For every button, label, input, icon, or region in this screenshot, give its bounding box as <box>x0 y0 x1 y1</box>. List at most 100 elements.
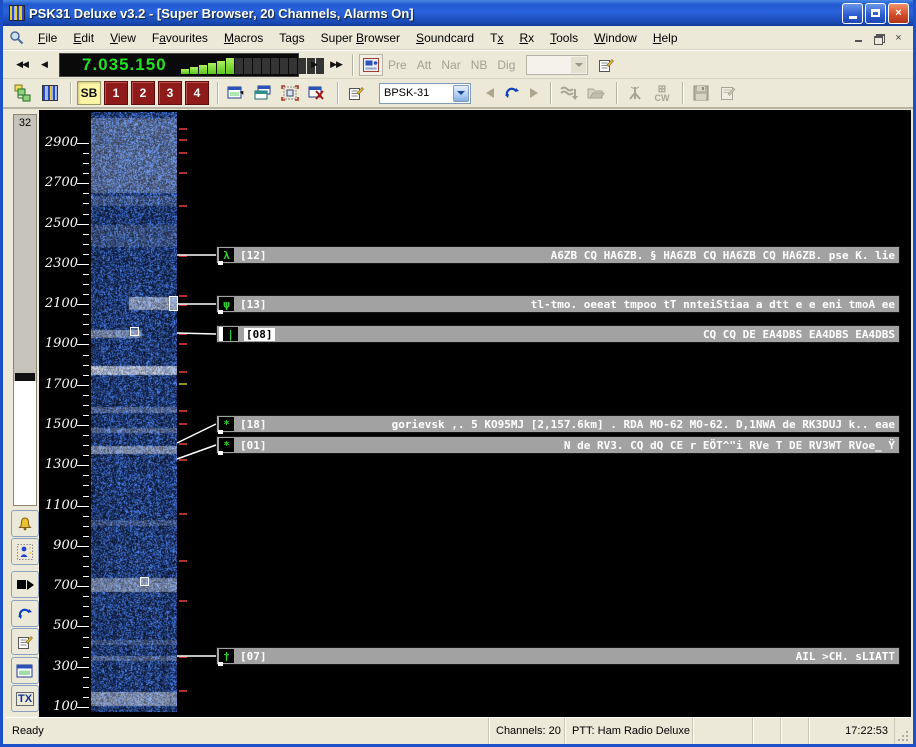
meter-bar <box>289 58 297 74</box>
start-browser-button[interactable] <box>11 571 39 598</box>
properties-icon <box>17 634 33 650</box>
channel-select-button-1[interactable]: 1 <box>104 81 128 105</box>
prev-channel-button[interactable] <box>479 83 501 103</box>
mdi-restore-button[interactable] <box>870 30 887 45</box>
menu-item-window[interactable]: Window <box>586 28 645 48</box>
tune-down-fast-button[interactable]: ◀◀ <box>11 55 33 75</box>
scale-label: 1500 <box>14 417 78 432</box>
refresh-channels-button[interactable] <box>11 600 39 627</box>
menu-item-tools[interactable]: Tools <box>542 28 586 48</box>
minimize-button[interactable] <box>842 3 863 24</box>
channel-label: [07] <box>240 650 267 663</box>
channel-tree-button[interactable] <box>11 81 35 105</box>
add-cw-button[interactable]: ⊞CW <box>650 81 674 105</box>
menu-item-view[interactable]: View <box>102 28 144 48</box>
rig-display-button[interactable] <box>359 54 383 76</box>
antenna-button[interactable] <box>623 81 647 105</box>
close-button[interactable]: × <box>888 3 909 24</box>
pre-filter-label: Pre <box>388 58 407 72</box>
scale-tick <box>83 163 89 164</box>
waterfall-display[interactable] <box>91 112 177 712</box>
menu-item-file[interactable]: File <box>30 28 65 48</box>
channel-bar-08[interactable]: |[08]CQ CQ DE EA4DBS EA4DBS EA4DBS <box>216 325 900 343</box>
monitor-window-button[interactable] <box>11 657 39 684</box>
tune-up-button[interactable]: ▶ <box>303 55 325 75</box>
channel-label: [18] <box>240 418 267 431</box>
mode-combo[interactable]: BPSK-31 <box>379 83 471 104</box>
scale-tick <box>77 707 89 708</box>
channel-label: [12] <box>240 249 267 262</box>
alarm-marker <box>179 423 187 425</box>
channel-select-button-2[interactable]: 2 <box>131 81 155 105</box>
channel-flag <box>218 662 223 666</box>
channel-bar-18[interactable]: *[18]gorievsk ,. 5 KO95MJ [2,157.6km] . … <box>216 415 900 433</box>
tune-down-button[interactable]: ◀ <box>33 55 55 75</box>
channel-bar-01[interactable]: *[01]N de RV3. CQ dQ CE r EÖT^"i RVe T D… <box>216 436 900 454</box>
menu-item-edit[interactable]: Edit <box>65 28 102 48</box>
status-clock: 17:22:53 <box>809 718 895 744</box>
log-download-button[interactable] <box>557 81 581 105</box>
frequency-value: 7.035.150 <box>82 55 167 75</box>
scale-tick <box>83 596 89 597</box>
mdi-minimize-button[interactable] <box>850 30 867 45</box>
menu-item-macros[interactable]: Macros <box>216 28 271 48</box>
channel-bar-12[interactable]: λ[12]A6ZB CQ HA6ZB. § HA6ZB CQ HA6ZB CQ … <box>216 246 900 264</box>
open-folder-button[interactable] <box>584 81 608 105</box>
search-icon[interactable] <box>9 30 24 45</box>
squelch-wizard-button[interactable] <box>11 538 39 565</box>
next-channel-button[interactable] <box>523 83 545 103</box>
frequency-toolbar: ◀◀ ◀ 7.035.150 ▶ ▶▶ PreAttNarNBDig <box>3 50 913 78</box>
menu-item-tx[interactable]: Tx <box>482 28 511 48</box>
scale-tick <box>83 657 89 658</box>
alarm-marker <box>179 255 187 257</box>
edit-notes-button[interactable] <box>716 81 740 105</box>
menu-item-rx[interactable]: Rx <box>511 28 542 48</box>
scale-tick <box>83 616 89 617</box>
fit-view-button[interactable] <box>278 81 302 105</box>
tx-label: TX <box>16 692 34 706</box>
browser-properties-button[interactable] <box>344 81 368 105</box>
status-empty-1 <box>693 718 753 744</box>
tune-up-fast-button[interactable]: ▶▶ <box>325 55 347 75</box>
alarm-button[interactable] <box>11 510 39 537</box>
scale-tick <box>77 465 89 466</box>
new-window-button[interactable] <box>224 81 248 105</box>
cascade-windows-button[interactable] <box>251 81 275 105</box>
menu-bar: FileEditViewFavouritesMacrosTagsSuper Br… <box>3 26 913 50</box>
channel-decoded-text: CQ CQ DE EA4DBS EA4DBS EA4DBS <box>703 328 899 341</box>
close-channel-button[interactable] <box>305 81 329 105</box>
chevron-down-icon[interactable] <box>453 85 469 102</box>
status-empty-3 <box>781 718 809 744</box>
menu-item-favourites[interactable]: Favourites <box>144 28 216 48</box>
save-button[interactable] <box>689 81 713 105</box>
scale-tick <box>83 173 89 174</box>
trace-marker <box>130 327 139 336</box>
channel-bar-07[interactable]: †[07]AIL >CH. sLIATT <box>216 647 900 665</box>
alarm-marker <box>179 139 187 141</box>
menu-item-soundcard[interactable]: Soundcard <box>408 28 482 48</box>
meter-bar <box>244 58 252 74</box>
scope-star-icon: * <box>219 438 234 452</box>
channel-select-button-4[interactable]: 4 <box>185 81 209 105</box>
channel-select-button-3[interactable]: 3 <box>158 81 182 105</box>
alarm-marker <box>179 333 187 335</box>
tx-button[interactable]: TX <box>11 685 39 712</box>
channel-properties-button[interactable] <box>11 628 39 655</box>
scale-tick <box>83 234 89 235</box>
waterfall-view-button[interactable] <box>38 81 62 105</box>
resize-grip[interactable] <box>895 718 911 744</box>
maximize-button[interactable] <box>865 3 886 24</box>
scope-star-icon: * <box>219 417 234 431</box>
status-channels: Channels: 20 <box>489 718 565 744</box>
title-bar: PSK31 Deluxe v3.2 - [Super Browser, 20 C… <box>3 0 913 26</box>
channel-bar-13[interactable]: ψ[13]tl-tmo. oeeat tmpoo tT nnteiStiaa a… <box>216 295 900 313</box>
super-browser-toggle[interactable]: SB <box>77 81 101 105</box>
alarm-marker <box>179 443 187 445</box>
menu-item-tags[interactable]: Tags <box>271 28 312 48</box>
menu-item-super-browser[interactable]: Super Browser <box>313 28 408 48</box>
meter-bar <box>253 58 261 74</box>
rig-properties-button[interactable] <box>594 54 618 76</box>
mdi-close-button[interactable]: × <box>890 30 907 45</box>
menu-item-help[interactable]: Help <box>645 28 686 48</box>
refresh-button[interactable] <box>501 83 523 103</box>
